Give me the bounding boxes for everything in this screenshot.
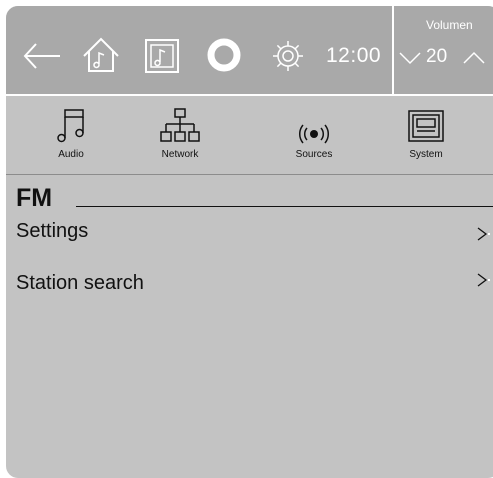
clock: 12:00: [326, 44, 382, 67]
voice-assistant-ring-icon[interactable]: [206, 37, 242, 73]
page-title: FM: [16, 184, 53, 212]
gear-icon[interactable]: [270, 38, 306, 74]
category-sources[interactable]: Sources: [274, 106, 354, 166]
home-music-icon[interactable]: [82, 36, 120, 74]
category-label: Sources: [295, 149, 333, 160]
header-divider: [6, 94, 493, 96]
category-label: Audio: [58, 149, 84, 160]
menu-item-label: Settings: [16, 220, 89, 242]
chevron-down-icon[interactable]: [398, 50, 422, 71]
music-note-icon: [31, 106, 111, 144]
chevron-up-icon[interactable]: [462, 50, 486, 71]
broadcast-icon: [274, 106, 354, 144]
menu-item-station-search[interactable]: Station search: [6, 272, 493, 312]
chevron-right-icon: [476, 272, 490, 293]
category-label: Network: [161, 149, 199, 160]
category-divider: [6, 174, 493, 175]
volume-value: 20: [426, 46, 448, 67]
category-audio[interactable]: Audio: [31, 106, 111, 166]
category-label: System: [409, 149, 443, 160]
chevron-right-icon: [476, 226, 490, 247]
volume-divider: [392, 6, 394, 94]
device-icon: [386, 106, 466, 144]
back-arrow-icon[interactable]: [22, 42, 62, 70]
app-frame: 12:00 Volumen 20 Audio Network Sources S…: [6, 6, 493, 478]
category-network[interactable]: Network: [140, 106, 220, 166]
network-tree-icon: [140, 106, 220, 144]
title-underline: [76, 206, 493, 207]
volume-label: Volumen: [426, 18, 473, 32]
top-bar: 12:00 Volumen 20: [6, 6, 493, 94]
category-system[interactable]: System: [386, 106, 466, 166]
music-library-icon[interactable]: [144, 38, 180, 74]
menu-item-settings[interactable]: Settings: [6, 220, 493, 260]
menu-item-label: Station search: [16, 272, 144, 294]
